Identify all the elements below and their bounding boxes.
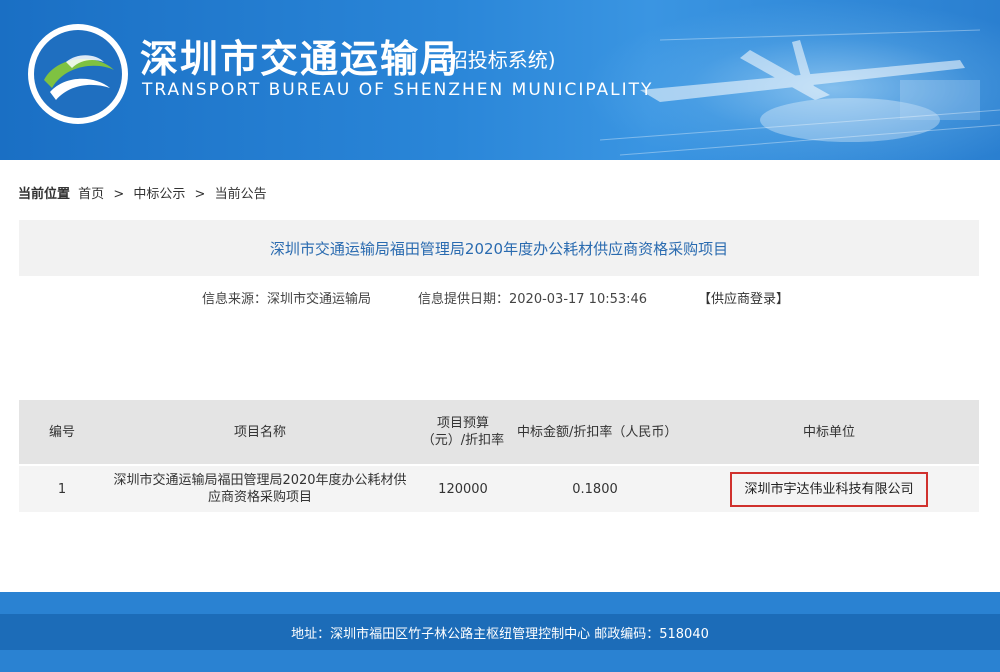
cell-no: 1 xyxy=(19,464,105,512)
footer-address: 地址：深圳市福田区竹子林公路主枢纽管理控制中心 邮政编码：518040 xyxy=(291,626,709,642)
supplier-login-link[interactable]: 【供应商登录】 xyxy=(698,288,789,307)
site-footer: 地址：深圳市福田区竹子林公路主枢纽管理控制中心 邮政编码：518040 xyxy=(0,614,1000,650)
breadcrumb-separator: > xyxy=(194,187,206,202)
footer-band-bottom xyxy=(0,650,1000,672)
cell-project-name: 深圳市交通运输局福田管理局2020年度办公耗材供应商资格采购项目 xyxy=(105,464,415,512)
table-header-row: 编号 项目名称 项目预算（元）/折扣率 中标金额/折扣率（人民币） 中标单位 xyxy=(19,400,979,465)
breadcrumb: 当前位置 首页 > 中标公示 > 当前公告 xyxy=(18,183,267,202)
site-title: 深圳市交通运输局 xyxy=(140,37,461,81)
header-no: 编号 xyxy=(19,400,105,465)
notice-title: 深圳市交通运输局福田管理局2020年度办公耗材供应商资格采购项目 xyxy=(19,220,979,276)
info-source: 信息来源：深圳市交通运输局 xyxy=(202,292,372,307)
table-row: 1 深圳市交通运输局福田管理局2020年度办公耗材供应商资格采购项目 12000… xyxy=(19,464,979,512)
breadcrumb-home-link[interactable]: 首页 xyxy=(78,187,104,202)
breadcrumb-label: 当前位置 xyxy=(18,187,71,202)
cell-budget: 120000 xyxy=(415,464,511,512)
winner-highlight: 深圳市宇达伟业科技有限公司 xyxy=(730,471,928,507)
info-date: 信息提供日期：2020-03-17 10:53:46 xyxy=(418,292,648,307)
footer-band-top xyxy=(0,592,1000,614)
site-header: 深圳市交通运输局 (招投标系统) TRANSPORT BUREAU OF SHE… xyxy=(0,0,1000,160)
award-table: 编号 项目名称 项目预算（元）/折扣率 中标金额/折扣率（人民币） 中标单位 1… xyxy=(19,400,979,512)
breadcrumb-current: 当前公告 xyxy=(214,187,267,202)
header-award-amount: 中标金额/折扣率（人民币） xyxy=(511,400,679,465)
site-subtitle: (招投标系统) xyxy=(440,48,556,72)
cell-award-amount: 0.1800 xyxy=(511,464,679,512)
bureau-logo-icon xyxy=(28,24,128,124)
header-project-name: 项目名称 xyxy=(105,400,415,465)
site-title-english: TRANSPORT BUREAU OF SHENZHEN MUNICIPALIT… xyxy=(142,80,654,100)
breadcrumb-separator: > xyxy=(113,187,125,202)
cell-winner: 深圳市宇达伟业科技有限公司 xyxy=(679,464,979,512)
airport-illustration xyxy=(600,29,1000,156)
header-winner: 中标单位 xyxy=(679,400,979,465)
header-budget: 项目预算（元）/折扣率 xyxy=(415,400,511,465)
breadcrumb-award-notice-link[interactable]: 中标公示 xyxy=(133,187,185,202)
